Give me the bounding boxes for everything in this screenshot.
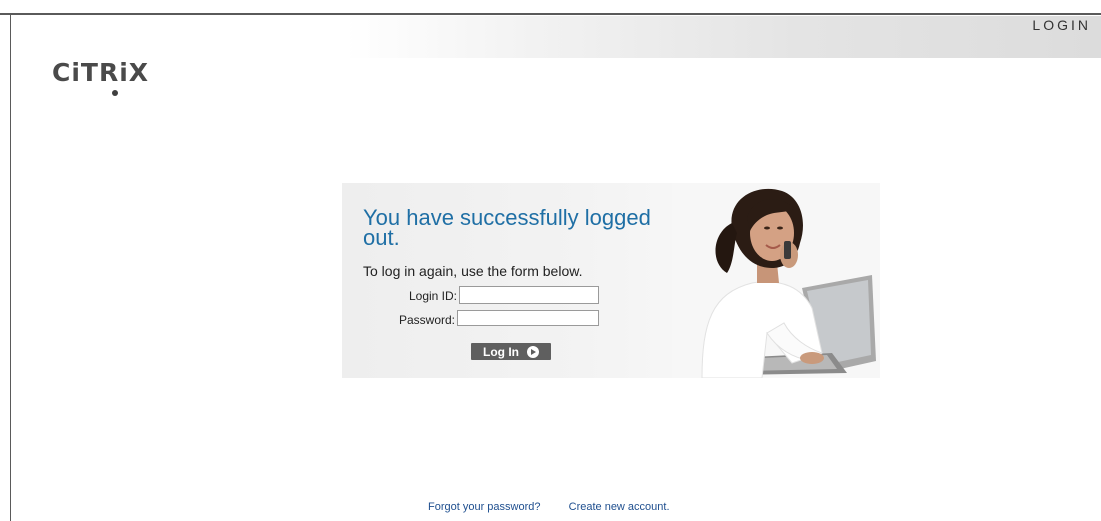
- login-panel: You have successfully logged out. To log…: [342, 183, 880, 378]
- login-button[interactable]: Log In: [471, 343, 551, 360]
- login-id-input[interactable]: [459, 286, 599, 304]
- footer-links: Forgot your password? Create new account…: [428, 501, 670, 513]
- logo-text: CiTRiX: [52, 58, 150, 87]
- password-input[interactable]: [457, 310, 599, 326]
- page-title: LOGIN: [1032, 17, 1091, 33]
- arrow-right-icon: [527, 345, 539, 358]
- logout-headline: You have successfully logged out.: [363, 205, 651, 250]
- window-left-border: [10, 13, 11, 521]
- login-id-label: Login ID:: [408, 289, 457, 303]
- forgot-password-link[interactable]: Forgot your password?: [428, 501, 541, 513]
- password-label: Password:: [398, 313, 455, 327]
- window-top-border: [0, 0, 1101, 15]
- logo-dot-icon: [112, 90, 118, 96]
- citrix-logo: CiTRiX: [52, 58, 162, 96]
- create-account-link[interactable]: Create new account.: [569, 501, 670, 513]
- login-button-label: Log In: [483, 344, 519, 359]
- login-instructions: To log in again, use the form below.: [363, 263, 583, 279]
- header-bar: [345, 16, 1101, 58]
- woman-on-phone-illustration: [672, 183, 880, 378]
